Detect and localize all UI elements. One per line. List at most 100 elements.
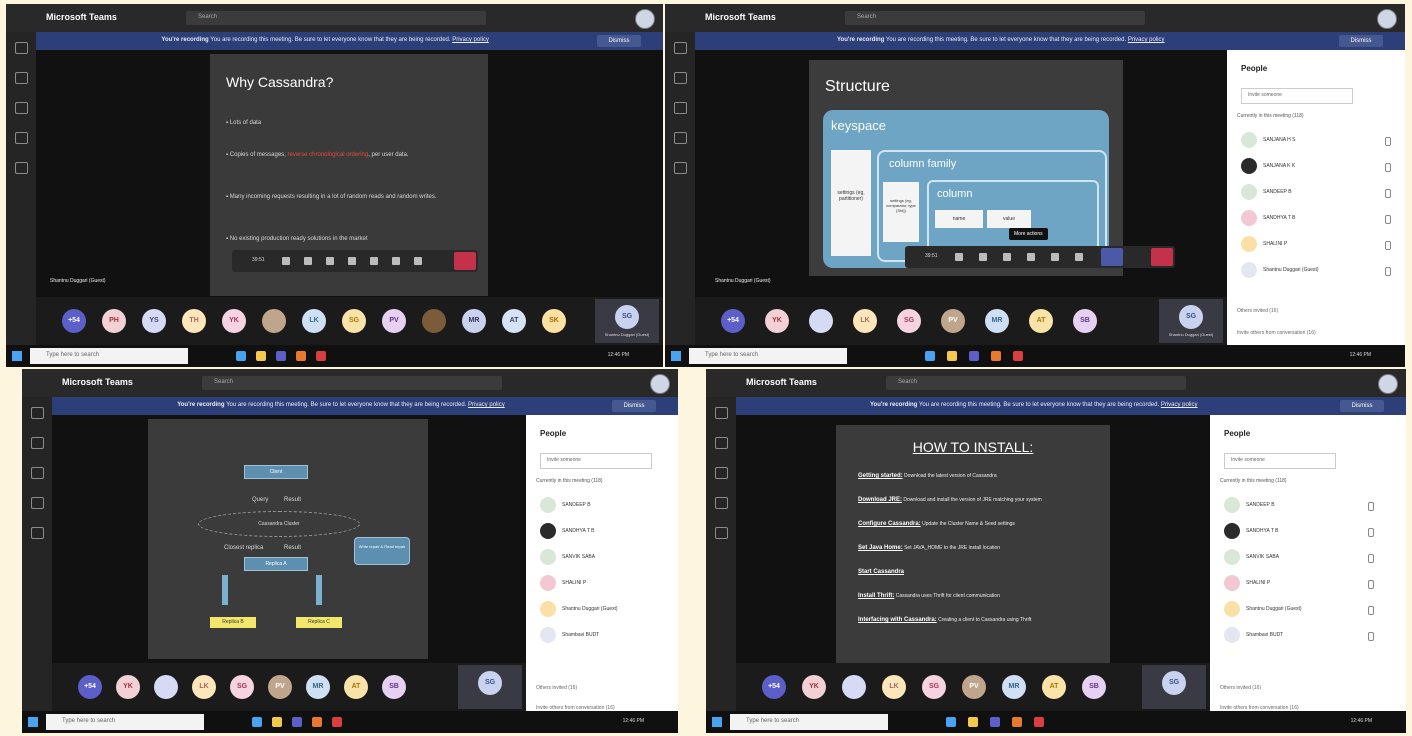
- taskbar-search[interactable]: Type here to search: [46, 714, 204, 730]
- participant-row[interactable]: SANDHYA T B: [1241, 210, 1391, 230]
- participant-row[interactable]: SANJANA K K: [1241, 158, 1391, 178]
- participant-photo[interactable]: [842, 675, 866, 699]
- participant-avatar[interactable]: PV: [962, 675, 986, 699]
- participant-avatar[interactable]: MR: [306, 675, 330, 699]
- chat-icon[interactable]: [31, 437, 44, 449]
- office-icon[interactable]: [1013, 351, 1023, 361]
- participant-avatar[interactable]: YK: [765, 309, 789, 333]
- edge-icon[interactable]: [252, 717, 262, 727]
- calendar-icon[interactable]: [715, 497, 728, 509]
- people-button[interactable]: [1101, 248, 1123, 266]
- participant-row[interactable]: SHALINI P: [1224, 575, 1374, 595]
- participant-row[interactable]: Shantnu Duggari (Guest): [1224, 601, 1374, 621]
- mic-icon[interactable]: [979, 253, 987, 261]
- participant-row[interactable]: Shambavi BUDT: [1224, 627, 1374, 647]
- teams-taskbar-icon[interactable]: [276, 351, 286, 361]
- calls-icon[interactable]: [31, 527, 44, 539]
- teams-taskbar-icon[interactable]: [969, 351, 979, 361]
- participant-avatar[interactable]: SG: [230, 675, 254, 699]
- dismiss-button[interactable]: Dismiss: [1340, 400, 1384, 412]
- invite-from-conversation[interactable]: Invite others from conversation (16): [1237, 330, 1316, 336]
- invite-input[interactable]: Invite someone: [1224, 453, 1336, 469]
- teams-icon[interactable]: [674, 102, 687, 114]
- participant-avatar[interactable]: +54: [762, 675, 786, 699]
- raise-hand-icon[interactable]: [370, 257, 378, 265]
- edge-icon[interactable]: [236, 351, 246, 361]
- participant-avatar[interactable]: PV: [941, 309, 965, 333]
- participant-photo[interactable]: [809, 309, 833, 333]
- firefox-icon[interactable]: [991, 351, 1001, 361]
- participant-avatar[interactable]: SB: [1073, 309, 1097, 333]
- participant-avatar[interactable]: AT: [502, 309, 526, 333]
- windows-start-icon[interactable]: [12, 351, 22, 361]
- participant-avatar[interactable]: SB: [382, 675, 406, 699]
- participant-avatar[interactable]: SB: [1082, 675, 1106, 699]
- chat-icon[interactable]: [1075, 253, 1083, 261]
- hang-up-button[interactable]: [454, 252, 476, 270]
- participant-avatar[interactable]: LK: [882, 675, 906, 699]
- participant-avatar[interactable]: MR: [462, 309, 486, 333]
- profile-avatar[interactable]: [635, 9, 655, 29]
- activity-icon[interactable]: [674, 42, 687, 54]
- calendar-icon[interactable]: [15, 132, 28, 144]
- participant-avatar[interactable]: PH: [102, 309, 126, 333]
- participant-avatar[interactable]: LK: [192, 675, 216, 699]
- office-icon[interactable]: [316, 351, 326, 361]
- folder-icon[interactable]: [272, 717, 282, 727]
- edge-icon[interactable]: [946, 717, 956, 727]
- firefox-icon[interactable]: [296, 351, 306, 361]
- people-icon[interactable]: [414, 257, 422, 265]
- participant-avatar[interactable]: MR: [1002, 675, 1026, 699]
- teams-icon[interactable]: [31, 467, 44, 479]
- participant-row[interactable]: SANVIK SABA: [540, 549, 678, 569]
- participant-avatar[interactable]: TH: [182, 309, 206, 333]
- profile-avatar[interactable]: [650, 374, 670, 394]
- share-icon[interactable]: [326, 257, 334, 265]
- participant-row[interactable]: SANDEEP B: [1241, 184, 1391, 204]
- calls-icon[interactable]: [15, 162, 28, 174]
- participant-photo[interactable]: [154, 675, 178, 699]
- activity-icon[interactable]: [715, 407, 728, 419]
- participant-avatar[interactable]: SG: [922, 675, 946, 699]
- participant-avatar[interactable]: SG: [342, 309, 366, 333]
- participant-row[interactable]: SANVIK SABA: [1224, 549, 1374, 569]
- participant-row[interactable]: SANDEEP B: [1224, 497, 1374, 517]
- chat-icon[interactable]: [674, 72, 687, 84]
- participant-avatar[interactable]: PV: [382, 309, 406, 333]
- invite-input[interactable]: Invite someone: [1241, 88, 1353, 104]
- participant-avatar[interactable]: AT: [1042, 675, 1066, 699]
- teams-taskbar-icon[interactable]: [990, 717, 1000, 727]
- participant-row[interactable]: SANDHYA T B: [1224, 523, 1374, 543]
- others-invited[interactable]: Others invited (16): [1220, 685, 1261, 691]
- others-invited[interactable]: Others invited (16): [536, 685, 577, 691]
- participant-avatar[interactable]: YK: [222, 309, 246, 333]
- taskbar-search[interactable]: Type here to search: [689, 348, 847, 364]
- participant-row[interactable]: Shambavi BUDT: [540, 627, 678, 647]
- participant-row[interactable]: SANJANA H S: [1241, 132, 1391, 152]
- folder-icon[interactable]: [947, 351, 957, 361]
- dismiss-button[interactable]: Dismiss: [1339, 35, 1383, 47]
- edge-icon[interactable]: [925, 351, 935, 361]
- chat-icon[interactable]: [15, 72, 28, 84]
- participant-row[interactable]: SHALINI P: [1241, 236, 1391, 256]
- participant-avatar[interactable]: LK: [302, 309, 326, 333]
- folder-icon[interactable]: [968, 717, 978, 727]
- raise-hand-icon[interactable]: [1051, 253, 1059, 261]
- camera-icon[interactable]: [282, 257, 290, 265]
- calendar-icon[interactable]: [31, 497, 44, 509]
- teams-icon[interactable]: [15, 102, 28, 114]
- participant-avatar[interactable]: MR: [985, 309, 1009, 333]
- participant-row[interactable]: Shantnu Duggari (Guest): [1241, 262, 1391, 282]
- participant-avatar[interactable]: YS: [142, 309, 166, 333]
- participant-avatar[interactable]: AT: [1029, 309, 1053, 333]
- windows-start-icon[interactable]: [28, 717, 38, 727]
- participant-avatar[interactable]: AT: [344, 675, 368, 699]
- participant-avatar[interactable]: SG: [897, 309, 921, 333]
- more-icon[interactable]: [1027, 253, 1035, 261]
- invite-input[interactable]: Invite someone: [540, 453, 652, 469]
- teams-taskbar-icon[interactable]: [292, 717, 302, 727]
- firefox-icon[interactable]: [1012, 717, 1022, 727]
- share-icon[interactable]: [1003, 253, 1011, 261]
- search-input[interactable]: Search: [202, 376, 502, 390]
- calendar-icon[interactable]: [674, 132, 687, 144]
